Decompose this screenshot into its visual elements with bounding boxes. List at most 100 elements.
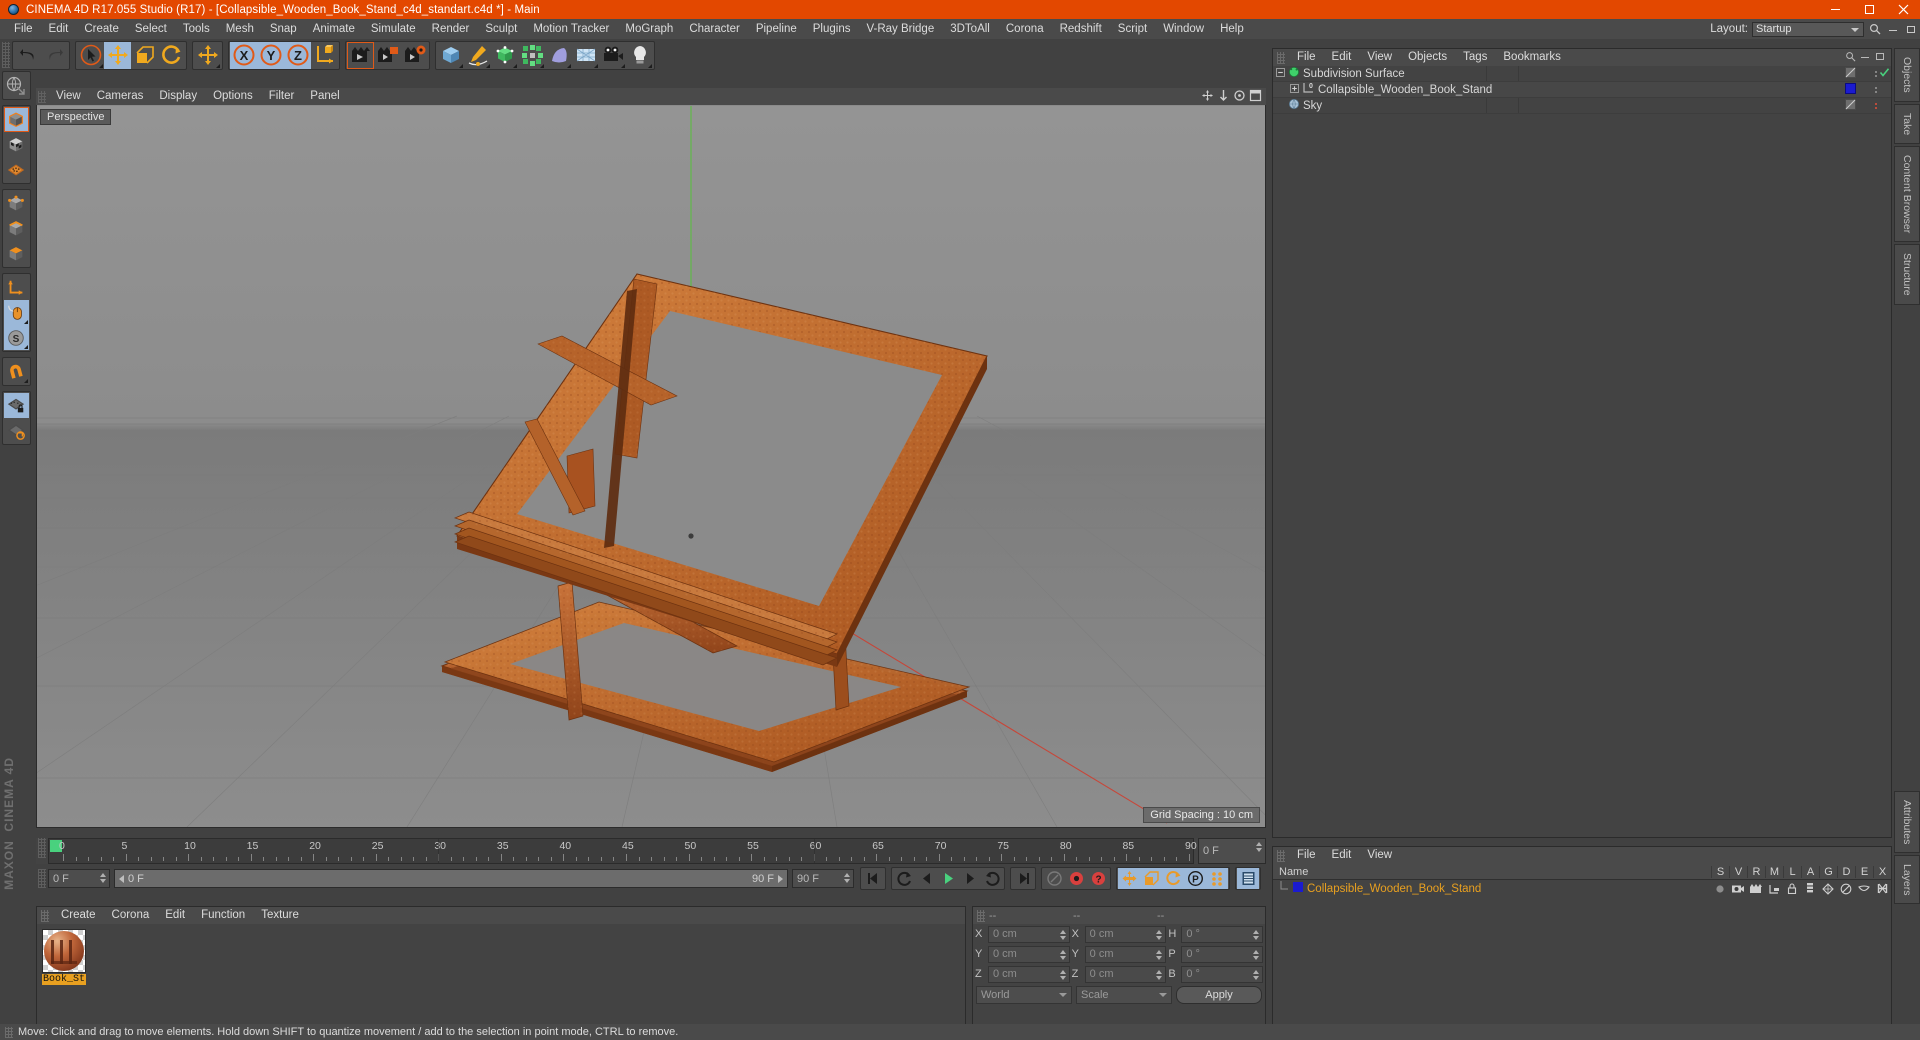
record-active-objects-button[interactable]: [1065, 868, 1087, 889]
rotation-key-button[interactable]: [1162, 868, 1184, 889]
menu-mesh[interactable]: Mesh: [218, 19, 262, 39]
cell-s[interactable]: [1711, 884, 1729, 894]
layout-select[interactable]: Startup: [1752, 21, 1864, 37]
object-axis-toggle[interactable]: [311, 42, 338, 69]
snap-settings-button[interactable]: S: [3, 325, 29, 350]
point-mode-button[interactable]: [4, 191, 29, 216]
camera-button[interactable]: [599, 42, 626, 69]
object-row-subdivision-surface[interactable]: Subdivision Surface: [1273, 66, 1891, 82]
stepper-icon[interactable]: [1253, 929, 1260, 940]
viewport-menu-options[interactable]: Options: [205, 88, 261, 105]
enable-checkmark-icon[interactable]: [1877, 67, 1891, 81]
stepper-icon[interactable]: [1059, 969, 1066, 980]
stepper-icon[interactable]: [1256, 842, 1262, 852]
model-mode-button[interactable]: [3, 107, 29, 132]
maximize-button[interactable]: [1852, 0, 1886, 19]
menu-simulate[interactable]: Simulate: [363, 19, 424, 39]
attribute-row[interactable]: Collapsible_Wooden_Book_Stand: [1273, 880, 1891, 897]
render-view-button[interactable]: [347, 42, 374, 69]
coord-field-rot-h[interactable]: 0 °: [1181, 925, 1264, 943]
lock-y-axis-button[interactable]: Y: [257, 41, 284, 69]
stepper-icon[interactable]: [1059, 929, 1066, 940]
menu-help[interactable]: Help: [1212, 19, 1252, 39]
menu-redshift[interactable]: Redshift: [1052, 19, 1110, 39]
cell-r[interactable]: [1747, 883, 1765, 894]
cell-v[interactable]: [1729, 884, 1747, 894]
cell-a[interactable]: [1801, 883, 1819, 894]
transport-grip[interactable]: [38, 869, 46, 888]
menu-animate[interactable]: Animate: [305, 19, 363, 39]
magnet-tool-button[interactable]: [4, 359, 29, 384]
lock-z-axis-button[interactable]: Z: [284, 41, 311, 69]
menu-script[interactable]: Script: [1110, 19, 1155, 39]
coordinate-system-select[interactable]: World: [976, 986, 1072, 1004]
scrub-right-arrow-icon[interactable]: [778, 874, 783, 883]
timeline-playhead[interactable]: [438, 839, 440, 863]
tree-expand-icon[interactable]: [1290, 83, 1299, 96]
cell-e[interactable]: [1855, 884, 1873, 894]
attribute-menu-file[interactable]: File: [1289, 847, 1324, 864]
object-menu-objects[interactable]: Objects: [1400, 49, 1455, 66]
stepper-icon[interactable]: [844, 873, 850, 883]
column-e[interactable]: E: [1855, 865, 1873, 878]
coordinates-grip[interactable]: [977, 909, 985, 922]
minimize-panel-icon[interactable]: [1886, 22, 1900, 37]
keyframe-selection-button[interactable]: ?: [1087, 868, 1109, 889]
column-a[interactable]: A: [1801, 865, 1819, 878]
menu-plugins[interactable]: Plugins: [805, 19, 859, 39]
menu-file[interactable]: File: [6, 19, 41, 39]
material-menu-function[interactable]: Function: [193, 907, 253, 924]
object-menu-tags[interactable]: Tags: [1455, 49, 1495, 66]
material-menu-create[interactable]: Create: [53, 907, 104, 924]
parameter-key-button[interactable]: P: [1184, 868, 1206, 889]
right-tab-objects[interactable]: Objects: [1894, 48, 1920, 102]
attribute-menu-view[interactable]: View: [1359, 847, 1400, 864]
timeline-ruler[interactable]: 0 5 10 15 20 25 30 35 40 45 50 55 60 65 70 75 80 85 90: [48, 838, 1197, 864]
stepper-icon[interactable]: [1156, 929, 1163, 940]
attribute-manager-grip[interactable]: [1277, 849, 1285, 862]
object-manager-restore-icon[interactable]: [1875, 51, 1886, 65]
make-editable-button[interactable]: [4, 73, 29, 98]
play-button[interactable]: [937, 868, 959, 889]
menu-pipeline[interactable]: Pipeline: [748, 19, 805, 39]
scale-tool[interactable]: [131, 42, 158, 69]
deformer-button[interactable]: [545, 42, 572, 69]
display-tag-icon[interactable]: [1845, 98, 1856, 113]
menu-sculpt[interactable]: Sculpt: [477, 19, 525, 39]
timeline-playhead[interactable]: [813, 839, 815, 863]
texture-mode-button[interactable]: [4, 132, 29, 157]
column-r[interactable]: R: [1747, 865, 1765, 878]
workplane-mode-button[interactable]: [4, 157, 29, 182]
toolbar-grip[interactable]: [2, 42, 10, 68]
object-manager-minimize-icon[interactable]: [1860, 51, 1871, 65]
display-tag-icon[interactable]: [1845, 66, 1856, 81]
menu-edit[interactable]: Edit: [41, 19, 77, 39]
menu-snap[interactable]: Snap: [262, 19, 305, 39]
cell-l[interactable]: [1783, 883, 1801, 894]
right-tab-attributes[interactable]: Attributes: [1894, 790, 1920, 853]
menu-create[interactable]: Create: [76, 19, 127, 39]
menu-3dtoall[interactable]: 3DToAll: [942, 19, 998, 39]
column-g[interactable]: G: [1819, 865, 1837, 878]
render-to-picture-viewer-button[interactable]: [374, 42, 401, 69]
edge-mode-button[interactable]: [4, 216, 29, 241]
object-row-collapsible-wooden-book-stand[interactable]: 0 Collapsible_Wooden_Book_Stand: [1273, 82, 1891, 98]
object-tag-cell[interactable]: [1845, 98, 1875, 113]
material-item[interactable]: Book_St: [42, 929, 86, 985]
viewport-menu-panel[interactable]: Panel: [302, 88, 347, 105]
step-back-button[interactable]: [915, 868, 937, 889]
column-s[interactable]: S: [1711, 865, 1729, 878]
move-tool[interactable]: [104, 41, 131, 69]
animation-mode-button[interactable]: [1237, 868, 1259, 889]
timeline-frame-field[interactable]: 0 F: [1198, 838, 1266, 864]
rotate-view-icon[interactable]: [1233, 89, 1246, 105]
coordinate-mode-select[interactable]: Scale: [1076, 986, 1172, 1004]
stepper-icon[interactable]: [1253, 969, 1260, 980]
apply-button[interactable]: Apply: [1176, 986, 1262, 1004]
lock-workplane-button[interactable]: [3, 393, 29, 418]
stepper-icon[interactable]: [1253, 949, 1260, 960]
column-m[interactable]: M: [1765, 865, 1783, 878]
maximize-viewport-icon[interactable]: [1249, 89, 1262, 105]
scale-key-button[interactable]: [1140, 868, 1162, 889]
menu-corona[interactable]: Corona: [998, 19, 1052, 39]
